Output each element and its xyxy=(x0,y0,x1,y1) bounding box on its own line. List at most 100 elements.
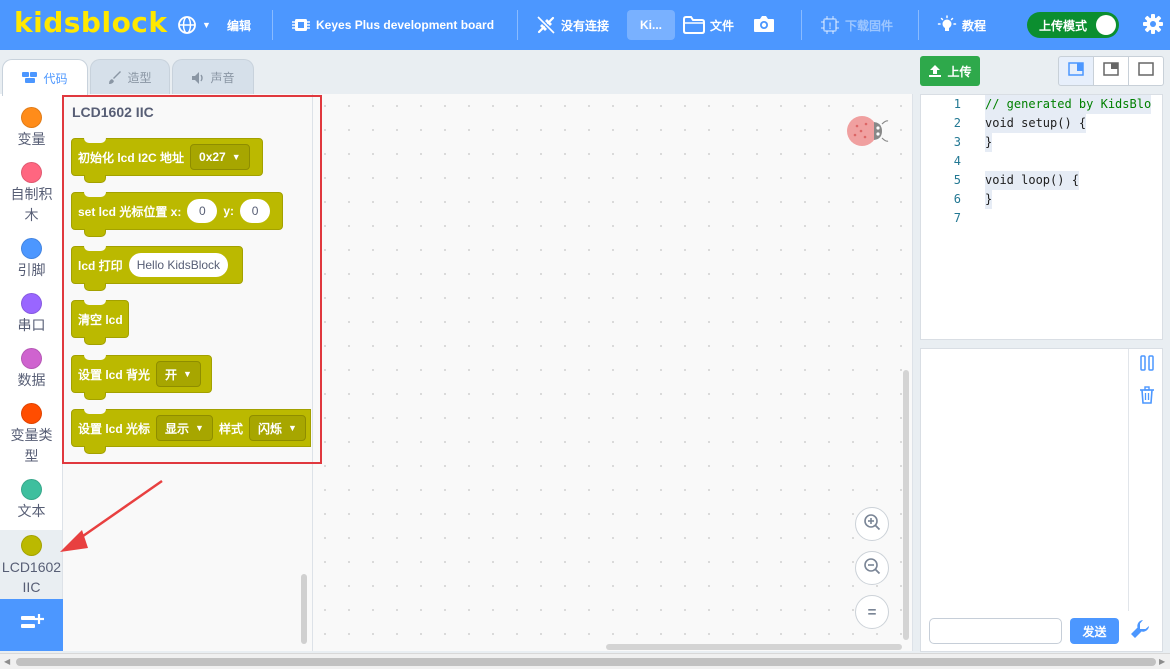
workspace-horizontal-scrollbar[interactable] xyxy=(606,644,902,650)
code-line: 6} xyxy=(921,190,1162,209)
kidsblock-app: kidsblock ▼ 编辑 Keyes Plus development bo… xyxy=(0,0,1170,669)
zoom-out-button[interactable] xyxy=(855,551,889,585)
tab-code[interactable]: 代码 xyxy=(2,59,88,96)
menu-divider xyxy=(272,10,273,40)
layout-right-panel-icon xyxy=(1068,61,1084,81)
code-editor[interactable]: 1 // generated by KidsBlo 2 void setup() {… xyxy=(920,94,1163,340)
block-clear-lcd[interactable]: 清空 lcd xyxy=(71,300,129,345)
tab-costumes[interactable]: 造型 xyxy=(90,59,170,95)
flyout-scrollbar[interactable] xyxy=(301,574,307,644)
code-line: 3} xyxy=(921,133,1162,152)
layout-split-button[interactable] xyxy=(1093,56,1129,86)
category-text[interactable]: 文本 xyxy=(0,479,62,522)
connection-button[interactable]: 没有连接 xyxy=(536,0,609,50)
dropdown-value: 显示 xyxy=(165,421,190,436)
code-line: 5 void loop() { xyxy=(921,171,1162,190)
backlight-dropdown[interactable]: 开 ▼ xyxy=(156,361,201,387)
tab-sounds[interactable]: 声音 xyxy=(172,59,254,95)
i2c-address-dropdown[interactable]: 0x27 ▼ xyxy=(190,144,250,170)
edit-menu[interactable]: 编辑 xyxy=(227,0,251,50)
block-set-cursor-position[interactable]: set lcd 光标位置 x: 0 y: 0 xyxy=(71,192,283,237)
caret-down-icon: ▼ xyxy=(287,423,297,433)
scroll-left-icon[interactable]: ◀ xyxy=(4,657,10,666)
line-text: void loop() { xyxy=(985,171,1079,190)
block-notch xyxy=(84,446,106,454)
line-text: } xyxy=(985,133,993,152)
block-notch xyxy=(84,392,106,400)
block-text: lcd 打印 xyxy=(78,258,123,273)
caret-down-icon: ▼ xyxy=(195,423,204,433)
category-variable-types[interactable]: 变量类型 xyxy=(0,403,62,467)
menu-divider xyxy=(517,10,518,40)
workspace-vertical-scrollbar[interactable] xyxy=(903,370,909,640)
block-text: 设置 lcd 光标 xyxy=(78,421,151,436)
block-notch xyxy=(84,355,106,360)
code-line: 7 xyxy=(921,209,1162,228)
language-menu[interactable]: ▼ xyxy=(177,0,211,50)
send-button[interactable]: 发送 xyxy=(1070,618,1119,644)
cursor-visibility-dropdown[interactable]: 显示 ▼ xyxy=(156,415,213,441)
category-variables[interactable]: 变量 xyxy=(0,107,62,150)
block-text: 设置 lcd 背光 xyxy=(78,367,151,382)
category-label: 变量 xyxy=(17,131,46,147)
menu-divider xyxy=(918,10,919,40)
cursor-style-dropdown[interactable]: 闪烁 ▼ xyxy=(248,415,306,441)
layout-full-button[interactable] xyxy=(1128,56,1164,86)
board-select[interactable]: Keyes Plus development board xyxy=(291,0,494,50)
line-number: 4 xyxy=(953,154,961,168)
block-set-backlight[interactable]: 设置 lcd 背光 开 ▼ xyxy=(71,355,212,400)
upload-button[interactable]: 上传 xyxy=(920,56,980,86)
file-menu[interactable]: 文件 xyxy=(683,0,734,50)
code-workspace[interactable] xyxy=(313,94,913,651)
svg-text:!: ! xyxy=(828,22,832,32)
category-label: 变量类型 xyxy=(10,427,53,464)
download-firmware-button[interactable]: ! 下载固件 xyxy=(820,0,893,50)
upload-mode-toggle[interactable]: 上传模式 xyxy=(1027,12,1119,38)
serial-input[interactable] xyxy=(929,618,1062,644)
block-lcd-print[interactable]: lcd 打印 Hello KidsBlock xyxy=(71,246,243,291)
line-number: 2 xyxy=(953,116,961,130)
tab-code-label: 代码 xyxy=(43,71,68,86)
block-set-cursor-style[interactable]: 设置 lcd 光标 显示 ▼ 样式 闪烁 ▼ xyxy=(71,409,311,454)
category-label: 串口 xyxy=(17,317,46,333)
print-text-input[interactable]: Hello KidsBlock xyxy=(128,253,229,277)
cursor-x-input[interactable]: 0 xyxy=(187,199,218,223)
kidsblock-logo[interactable]: kidsblock xyxy=(14,6,168,39)
dropdown-value: 闪烁 xyxy=(257,421,282,436)
category-my-blocks[interactable]: 自制积木 xyxy=(0,162,62,226)
block-text: y: xyxy=(223,204,235,218)
zoom-in-icon xyxy=(863,513,881,535)
zoom-reset-button[interactable]: = xyxy=(855,595,889,629)
category-pins[interactable]: 引脚 xyxy=(0,238,62,281)
gear-icon xyxy=(1142,13,1164,38)
device-short-button[interactable]: Ki... xyxy=(627,10,675,40)
layout-code-only-button[interactable] xyxy=(1058,56,1094,86)
screenshot-button[interactable] xyxy=(753,0,775,50)
category-lcd1602-iic[interactable]: LCD1602 IIC xyxy=(0,530,62,599)
menu-bar: kidsblock ▼ 编辑 Keyes Plus development bo… xyxy=(0,0,1170,50)
category-dot xyxy=(21,238,42,259)
scrollbar-thumb[interactable] xyxy=(16,658,1156,666)
block-init-lcd[interactable]: 初始化 lcd I2C 地址 0x27 ▼ xyxy=(71,138,263,183)
caret-down-icon: ▼ xyxy=(183,369,192,379)
add-extension-button[interactable] xyxy=(0,599,63,651)
layout-full-icon xyxy=(1138,61,1154,81)
category-dot xyxy=(21,403,42,424)
block-notch xyxy=(84,300,106,305)
scroll-right-icon[interactable]: ▶ xyxy=(1159,657,1165,666)
tutorial-button[interactable]: 教程 xyxy=(937,0,986,50)
serial-settings-button[interactable] xyxy=(1127,619,1153,643)
category-dot xyxy=(21,535,42,556)
pause-button[interactable] xyxy=(1137,354,1157,375)
connection-status: 没有连接 xyxy=(561,18,610,33)
category-data[interactable]: 数据 xyxy=(0,348,62,391)
settings-button[interactable] xyxy=(1142,0,1164,50)
cursor-y-input[interactable]: 0 xyxy=(240,199,271,223)
zoom-in-button[interactable] xyxy=(855,507,889,541)
chevron-down-icon: ▼ xyxy=(202,20,211,30)
category-dot xyxy=(21,107,42,128)
unplugged-icon xyxy=(536,15,556,35)
clear-serial-button[interactable] xyxy=(1137,385,1157,407)
category-serial[interactable]: 串口 xyxy=(0,293,62,336)
page-horizontal-scrollbar[interactable]: ◀ ▶ xyxy=(0,653,1170,669)
